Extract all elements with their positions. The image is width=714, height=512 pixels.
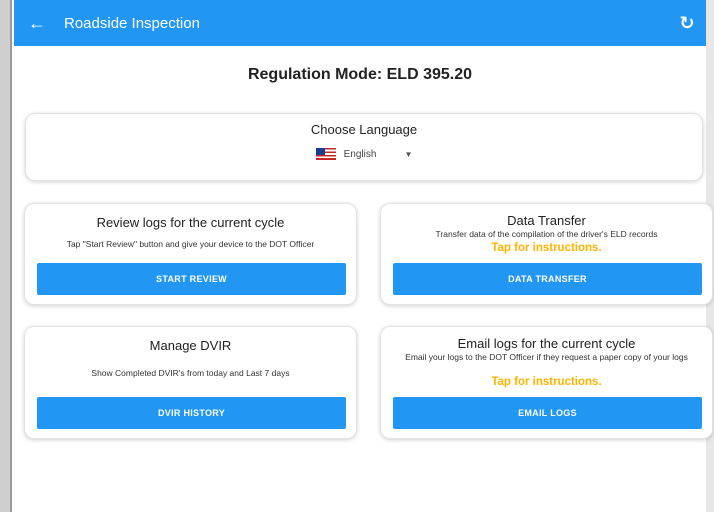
review-logs-card: Review logs for the current cycle Tap "S… (24, 203, 357, 305)
language-card: Choose Language English ▼ (25, 113, 703, 181)
manage-dvir-description: Show Completed DVIR's from today and Las… (91, 368, 290, 378)
device-frame-left (0, 0, 12, 512)
email-logs-description: Email your logs to the DOT Officer if th… (405, 352, 688, 362)
dvir-history-button[interactable]: DVIR HISTORY (37, 397, 346, 429)
language-heading: Choose Language (310, 122, 418, 137)
email-logs-card: Email logs for the current cycle Email y… (380, 326, 713, 439)
language-dropdown[interactable]: English ▼ (26, 148, 702, 160)
review-logs-title: Review logs for the current cycle (96, 215, 285, 230)
data-transfer-button[interactable]: DATA TRANSFER (393, 263, 702, 295)
data-transfer-card: Data Transfer Transfer data of the compi… (380, 203, 713, 305)
review-logs-description: Tap "Start Review" button and give your … (66, 239, 315, 249)
refresh-icon[interactable]: ↻ (676, 12, 698, 34)
email-logs-title: Email logs for the current cycle (457, 336, 636, 351)
page-title: Roadside Inspection (64, 14, 200, 32)
arrow-left-icon[interactable]: ← (14, 0, 60, 46)
manage-dvir-title: Manage DVIR (149, 338, 232, 353)
main-content: Regulation Mode: ELD 395.20 Choose Langu… (14, 46, 713, 512)
data-transfer-description: Transfer data of the compilation of the … (435, 229, 658, 239)
language-selected-value: English (343, 148, 377, 160)
start-review-button[interactable]: START REVIEW (37, 263, 346, 295)
app-bar: ← Roadside Inspection ↻ (14, 0, 706, 46)
chevron-down-icon: ▼ (404, 149, 413, 159)
manage-dvir-card: Manage DVIR Show Completed DVIR's from t… (24, 326, 357, 439)
us-flag-icon (315, 148, 336, 160)
email-logs-instructions-link[interactable]: Tap for instructions. (381, 376, 712, 388)
data-transfer-instructions-link[interactable]: Tap for instructions. (381, 242, 712, 254)
email-logs-button[interactable]: EMAIL LOGS (393, 397, 702, 429)
data-transfer-title: Data Transfer (507, 213, 586, 228)
regulation-mode-label: Regulation Mode: ELD 395.20 (247, 66, 473, 83)
